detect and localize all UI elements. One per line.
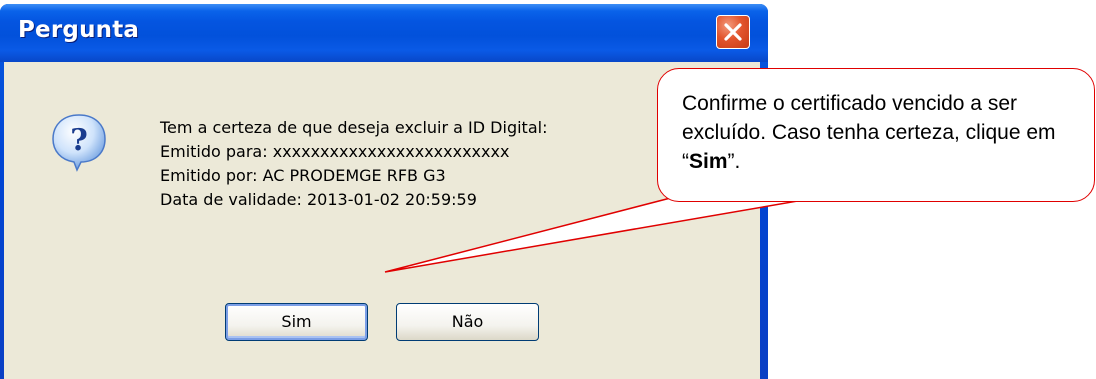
- dialog-title: Pergunta: [18, 17, 140, 43]
- screenshot-stage: Pergunta ? Tem a certeza de que deseja e…: [0, 0, 1096, 379]
- message-line-1: Tem a certeza de que deseja excluir a ID…: [160, 118, 548, 137]
- message-line-validity: Data de validade: 2013-01-02 20:59:59: [160, 190, 477, 209]
- yes-button[interactable]: Sim: [225, 303, 368, 341]
- callout-text-bold: Sim: [689, 150, 728, 173]
- dialog-body: ? Tem a certeza de que deseja excluir a …: [4, 62, 760, 379]
- dialog-titlebar[interactable]: Pergunta: [0, 4, 768, 62]
- svg-text:?: ?: [70, 123, 88, 158]
- no-button[interactable]: Não: [396, 303, 539, 341]
- message-line-issued-by: Emitido por: AC PRODEMGE RFB G3: [160, 166, 446, 185]
- message-line-issued-to: Emitido para: xxxxxxxxxxxxxxxxxxxxxxxxx: [160, 142, 510, 161]
- confirm-dialog: Pergunta ? Tem a certeza de que deseja e…: [0, 4, 768, 379]
- close-icon: [724, 23, 742, 41]
- callout-text: Confirme o certificado vencido a ser exc…: [682, 89, 1086, 176]
- callout-box: Confirme o certificado vencido a ser exc…: [657, 68, 1095, 202]
- question-icon: ?: [52, 114, 106, 172]
- close-button[interactable]: [716, 15, 750, 49]
- callout-text-end: ”.: [727, 150, 741, 173]
